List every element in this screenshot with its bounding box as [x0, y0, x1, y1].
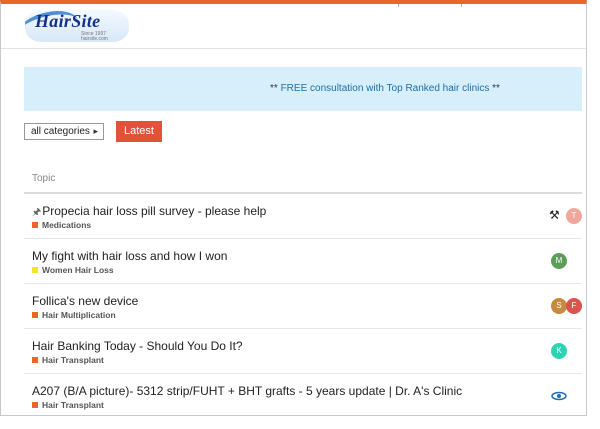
- topic-row[interactable]: A207 (B/A picture)- 5312 strip/FUHT + BH…: [24, 374, 582, 415]
- topic-title-link[interactable]: Follica's new device: [32, 294, 138, 308]
- chevron-right-icon: ▸: [93, 126, 98, 136]
- category-color-swatch: [32, 267, 38, 273]
- topic-title-text: My fight with hair loss and how I won: [32, 249, 228, 263]
- topic-title-text: A207 (B/A picture)- 5312 strip/FUHT + BH…: [32, 384, 463, 398]
- topic-row[interactable]: Follica's new device Hair Multiplication S…: [24, 284, 582, 329]
- avatar[interactable]: S: [551, 298, 567, 314]
- site-logo[interactable]: HairSite Since 1997 hairsite.com: [25, 10, 129, 42]
- page-frame: HairSite Since 1997 hairsite.com ** FREE…: [0, 0, 587, 416]
- logo-tagline: Since 1997 hairsite.com: [81, 31, 108, 42]
- topic-column-header: Topic: [32, 173, 56, 184]
- free-consultation-link[interactable]: FREE consultation with Top Ranked hair c…: [281, 83, 490, 94]
- pin-icon: 🖈: [32, 207, 42, 218]
- avatar[interactable]: K: [551, 343, 567, 359]
- topic-category-label: Hair Multiplication: [42, 310, 116, 320]
- topic-row[interactable]: 🖈Propecia hair loss pill survey - please…: [24, 194, 582, 239]
- topic-category-badge[interactable]: Women Hair Loss: [32, 265, 114, 275]
- topic-title-text: Follica's new device: [32, 294, 139, 308]
- topic-title-text: Hair Banking Today - Should You Do It?: [32, 339, 243, 353]
- eye-icon[interactable]: [551, 388, 567, 404]
- topic-list: 🖈Propecia hair loss pill survey - please…: [24, 194, 582, 415]
- category-color-swatch: [32, 402, 38, 408]
- category-color-swatch: [32, 222, 38, 228]
- topic-title-link[interactable]: Hair Banking Today - Should You Do It?: [32, 339, 243, 353]
- category-dropdown[interactable]: all categories ▸: [24, 123, 104, 140]
- logo-title: HairSite: [35, 11, 101, 31]
- promo-banner-text: ** FREE consultation with Top Ranked hai…: [270, 83, 500, 94]
- topic-category-badge[interactable]: Hair Transplant: [32, 400, 104, 410]
- top-accent-marks: [1, 4, 586, 7]
- topic-list-header: Topic: [24, 164, 582, 194]
- topic-title-link[interactable]: A207 (B/A picture)- 5312 strip/FUHT + BH…: [32, 384, 462, 398]
- topic-category-badge[interactable]: Hair Transplant: [32, 355, 104, 365]
- avatar[interactable]: T: [566, 208, 582, 224]
- topic-category-badge[interactable]: Medications: [32, 220, 91, 230]
- promo-banner: ** FREE consultation with Top Ranked hai…: [24, 67, 582, 111]
- avatar[interactable]: M: [551, 253, 567, 269]
- category-color-swatch: [32, 357, 38, 363]
- topic-row[interactable]: My fight with hair loss and how I won Wom…: [24, 239, 582, 284]
- topic-category-badge[interactable]: Hair Multiplication: [32, 310, 116, 320]
- category-color-swatch: [32, 312, 38, 318]
- site-header: HairSite Since 1997 hairsite.com: [1, 4, 586, 49]
- topic-category-label: Women Hair Loss: [42, 265, 114, 275]
- cutlery-icon[interactable]: ⚒: [549, 208, 560, 222]
- topic-category-label: Medications: [42, 220, 92, 230]
- topic-category-label: Hair Transplant: [42, 355, 104, 365]
- topic-title-text: Propecia hair loss pill survey - please …: [42, 204, 267, 218]
- topic-row[interactable]: Hair Banking Today - Should You Do It? Ha…: [24, 329, 582, 374]
- category-dropdown-label: all categories: [31, 126, 90, 137]
- topic-title-link[interactable]: My fight with hair loss and how I won: [32, 249, 227, 263]
- latest-button[interactable]: Latest: [116, 121, 162, 142]
- topic-category-label: Hair Transplant: [42, 400, 104, 410]
- avatar[interactable]: F: [566, 298, 582, 314]
